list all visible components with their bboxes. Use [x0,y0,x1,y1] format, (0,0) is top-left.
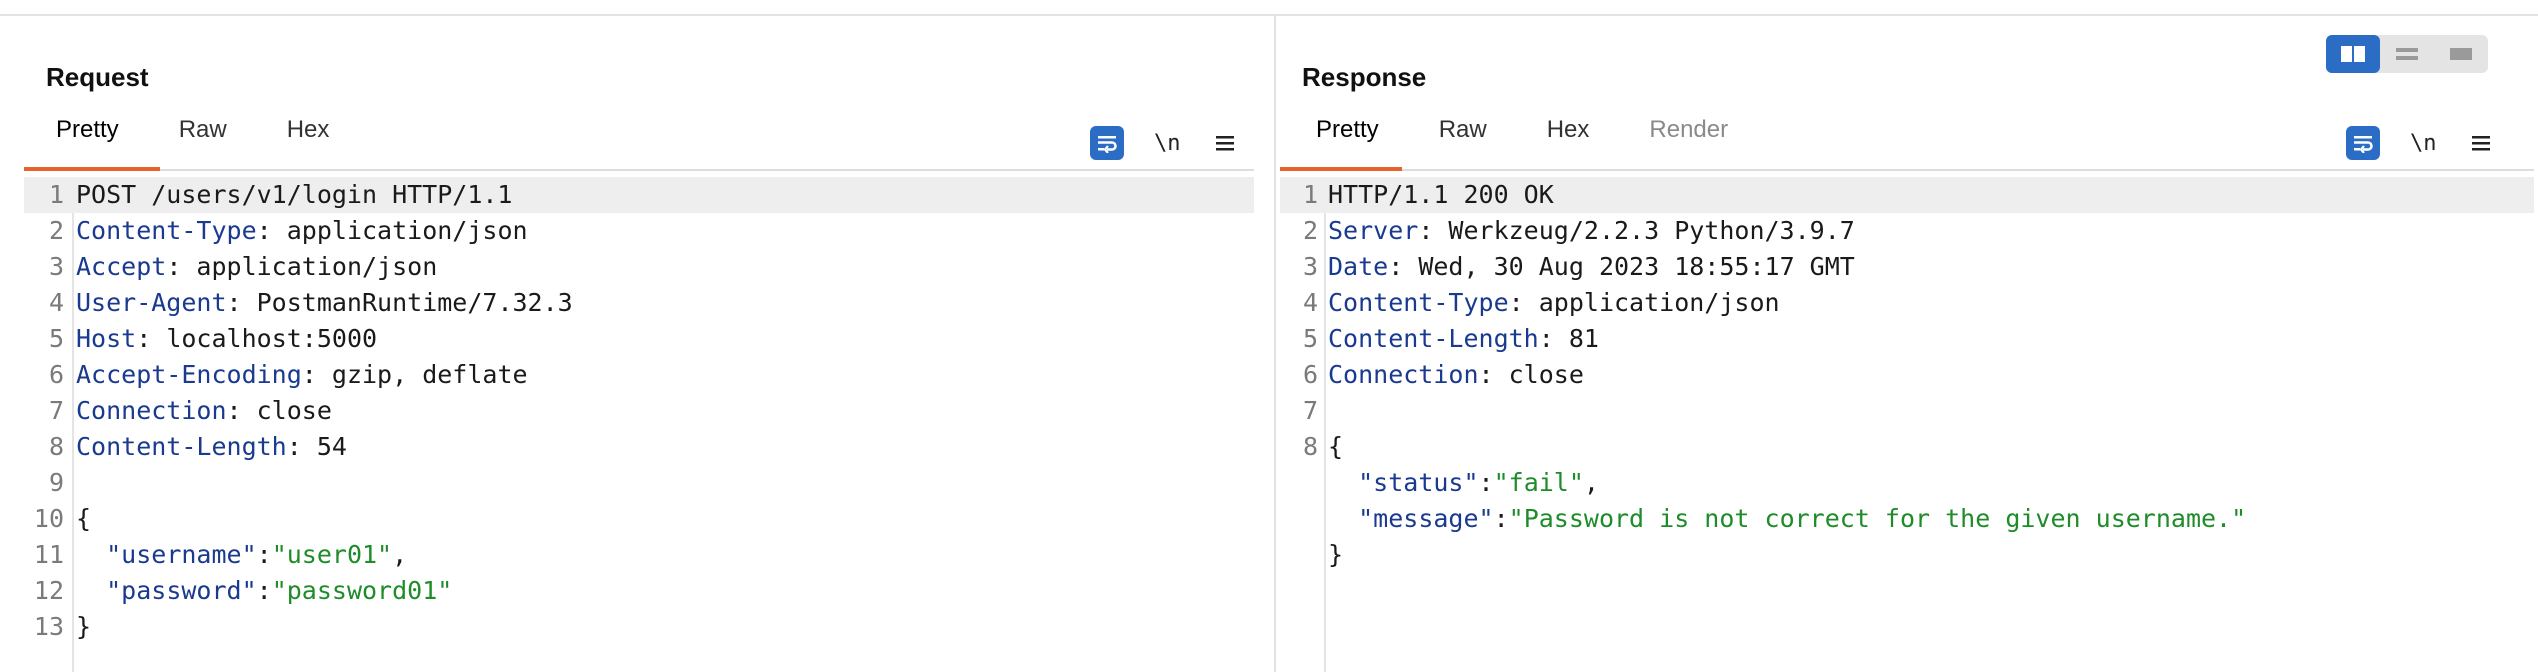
response-title: Response [1302,62,1427,92]
code-line: 3 Date: Wed, 30 Aug 2023 18:55:17 GMT [1302,252,1855,281]
hamburger-menu-icon[interactable] [2471,128,2491,159]
request-pane: Request Pretty Raw Hex \n 1 POST /users/v… [0,16,1274,672]
code-line: 5 Host: localhost:5000 [48,324,378,353]
tab-hex[interactable]: Hex [1517,112,1620,152]
request-tabs: Pretty Raw Hex [26,112,359,154]
response-pane: Response Pretty Raw Hex Render \n 1 HTTP/… [1276,16,2538,672]
newline-toggle-button[interactable]: \n [1154,131,1181,156]
tab-hex[interactable]: Hex [257,112,360,152]
request-editor[interactable]: 1 POST /users/v1/login HTTP/1.1 2 Content-… [24,177,1254,672]
code-line: } [1328,540,1344,569]
tab-pretty[interactable]: Pretty [1286,112,1409,152]
code-line: 2 Server: Werkzeug/2.2.3 Python/3.9.7 [1302,216,1855,245]
code-line: 8 Content-Length: 54 [48,432,347,461]
code-line: 1 HTTP/1.1 200 OK [1280,177,2534,213]
code-line: 4 User-Agent: PostmanRuntime/7.32.3 [48,288,573,317]
code-line: 7 Connection: close [48,396,332,425]
response-toolbar: \n [2346,126,2491,160]
active-tab-indicator [1280,167,1402,171]
code-line: 1 POST /users/v1/login HTTP/1.1 [24,177,1254,213]
tab-pretty[interactable]: Pretty [26,112,149,152]
tab-render[interactable]: Render [1619,112,1758,152]
code-line: 2 Content-Type: application/json [48,216,528,245]
tab-divider [24,169,1254,171]
code-line: 4 Content-Type: application/json [1302,288,1780,317]
newline-toggle-button[interactable]: \n [2410,131,2437,156]
code-line: 9 [48,468,64,497]
code-line: 6 Connection: close [1302,360,1584,389]
hamburger-menu-icon[interactable] [1215,128,1235,159]
request-toolbar: \n [1090,126,1235,160]
code-line: 3 Accept: application/json [48,252,438,281]
code-line: 6 Accept-Encoding: gzip, deflate [48,360,528,389]
tab-raw[interactable]: Raw [149,112,257,152]
response-tabs: Pretty Raw Hex Render [1286,112,1758,154]
text-wrap-icon[interactable] [2346,126,2380,160]
response-editor[interactable]: 1 HTTP/1.1 200 OK 2 Server: Werkzeug/2.2.3… [1280,177,2534,672]
tab-divider [1280,169,2534,171]
text-wrap-icon[interactable] [1090,126,1124,160]
tab-raw[interactable]: Raw [1409,112,1517,152]
request-title: Request [46,62,149,92]
code-line: 5 Content-Length: 81 [1302,324,1599,353]
code-line: 8{ [1302,432,1344,461]
code-line: 7 [1302,396,1318,425]
code-line: 12 "password":"password01" [33,576,453,605]
code-line: 13} [33,612,92,641]
active-tab-indicator [24,167,160,171]
code-line: "message":"Password is not correct for t… [1358,504,2247,533]
code-line: 10{ [33,504,92,533]
code-line: 11 "username":"user01", [33,540,408,569]
code-line: "status":"fail", [1358,468,1599,497]
